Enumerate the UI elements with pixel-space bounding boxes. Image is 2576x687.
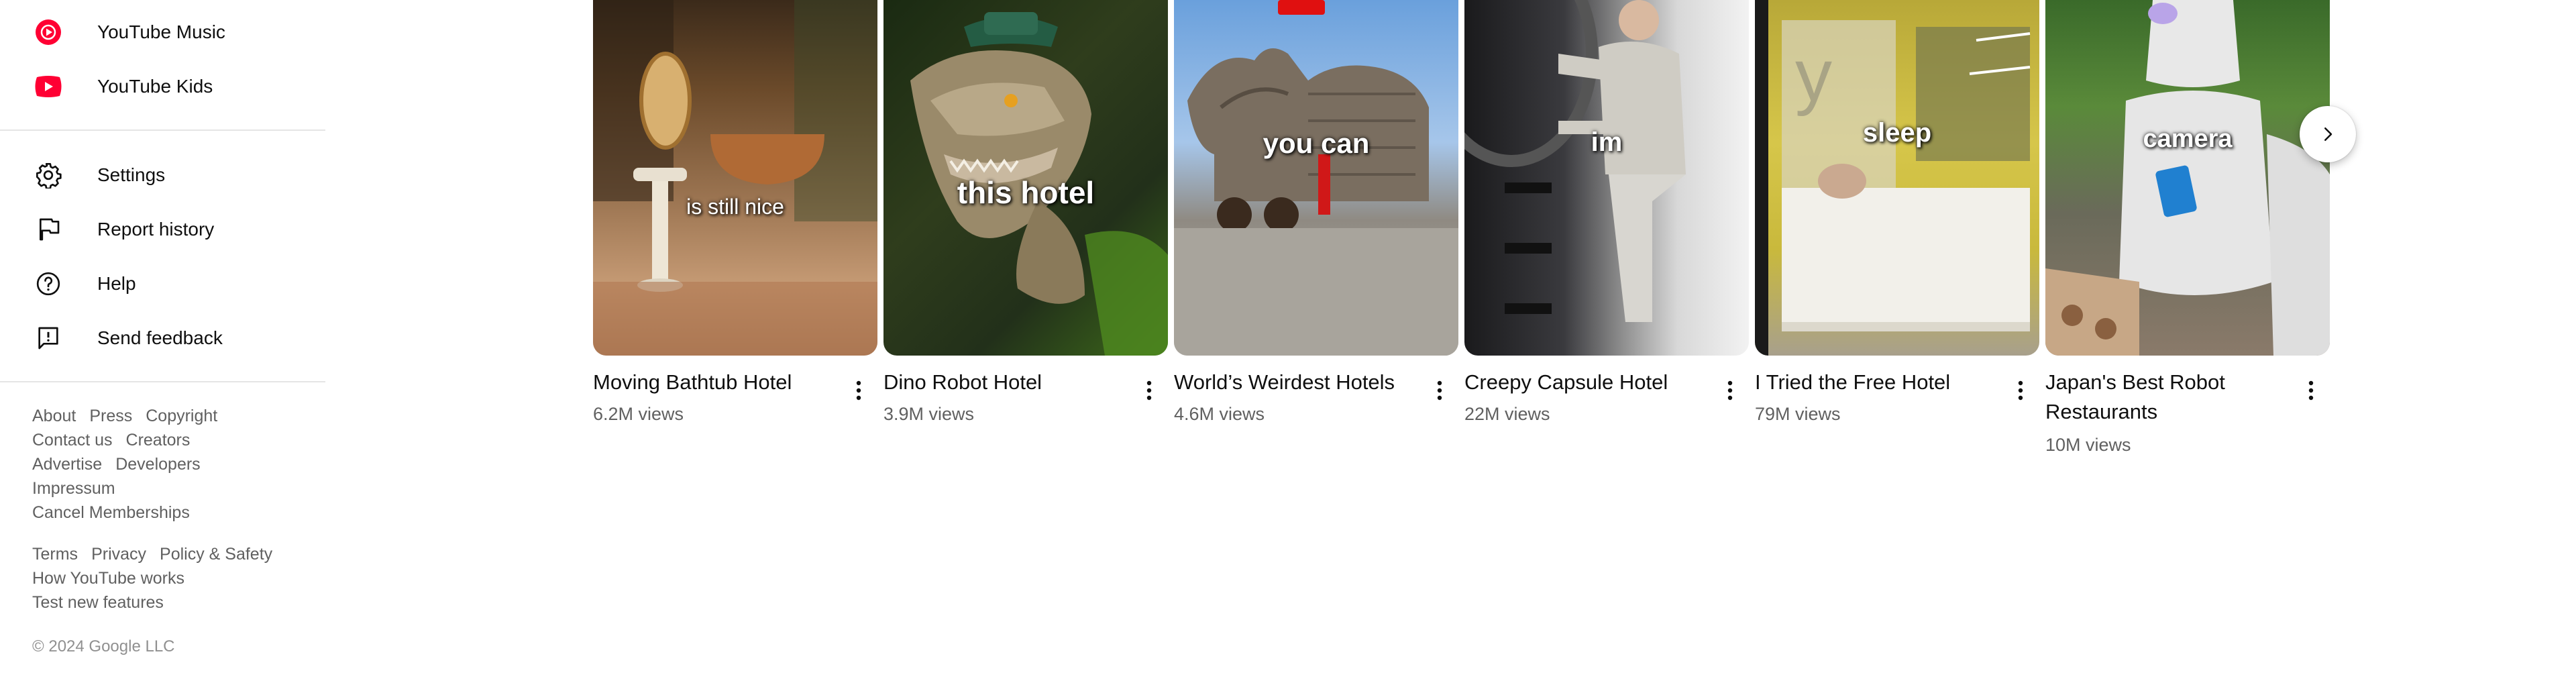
more-options-button[interactable] — [847, 376, 871, 405]
video-thumbnail[interactable]: this hotel — [883, 0, 1168, 356]
video-views: 3.9M views — [883, 404, 975, 424]
thumbnail-caption: camera — [2143, 125, 2233, 153]
footer-link-cancel-memberships[interactable]: Cancel Memberships — [32, 500, 190, 525]
youtube-kids-icon — [32, 70, 64, 103]
thumbnail-caption: this hotel — [957, 175, 1095, 210]
thumbnail-caption: is still nice — [686, 195, 784, 219]
video-thumbnail[interactable]: y sleep — [1755, 0, 2039, 356]
sidebar-item-report-history[interactable]: Report history — [0, 203, 325, 256]
sidebar-item-label: Report history — [97, 219, 215, 240]
video-thumbnail[interactable]: camera — [2045, 0, 2330, 356]
sidebar-item-label: YouTube Kids — [97, 76, 213, 97]
footer-link-privacy[interactable]: Privacy — [91, 542, 146, 566]
thumbnail-caption: you can — [1263, 127, 1370, 159]
footer-link-how-youtube-works[interactable]: How YouTube works — [32, 566, 184, 590]
video-title[interactable]: Japan's Best Robot Restaurants — [2045, 368, 2287, 427]
copyright-text: © 2024 Google LLC — [32, 637, 175, 655]
more-options-button[interactable] — [1428, 376, 1452, 405]
sidebar-item-help[interactable]: Help — [0, 257, 325, 311]
svg-text:y: y — [1795, 34, 1832, 117]
sidebar-item-label: YouTube Music — [97, 21, 225, 42]
more-vert-icon — [1146, 380, 1152, 401]
help-icon — [32, 268, 64, 300]
footer-link-contact[interactable]: Contact us — [32, 428, 113, 452]
thumbnail-caption: sleep — [1862, 118, 1932, 148]
video-title[interactable]: Moving Bathtub Hotel — [593, 368, 835, 397]
footer-link-policy-safety[interactable]: Policy & Safety — [160, 542, 272, 566]
video-views: 79M views — [1755, 404, 1841, 424]
video-thumbnail[interactable]: im — [1464, 0, 1749, 356]
flag-icon — [32, 213, 64, 246]
footer-link-press[interactable]: Press — [89, 404, 132, 428]
video-views: 6.2M views — [593, 404, 684, 424]
video-views: 22M views — [1464, 404, 1550, 424]
footer-link-impressum[interactable]: Impressum — [32, 476, 115, 500]
sidebar-item-send-feedback[interactable]: Send feedback — [0, 311, 325, 365]
video-views: 10M views — [2045, 435, 2131, 455]
more-options-button[interactable] — [1718, 376, 1742, 405]
footer-links-secondary: Terms Privacy Policy & Safety How YouTub… — [32, 542, 314, 615]
sidebar-item-label: Settings — [97, 164, 166, 185]
footer-link-about[interactable]: About — [32, 404, 76, 428]
more-options-button[interactable] — [2299, 376, 2323, 405]
youtube-music-icon — [32, 16, 64, 48]
sidebar-item-label: Send feedback — [97, 327, 223, 348]
footer-link-copyright[interactable]: Copyright — [146, 404, 217, 428]
footer-links-primary: About Press Copyright Contact us Creator… — [32, 404, 314, 525]
more-vert-icon — [2308, 380, 2314, 401]
chevron-right-icon — [2324, 127, 2332, 141]
more-options-button[interactable] — [2008, 376, 2033, 405]
sidebar-item-label: Help — [97, 273, 136, 294]
sidebar-divider — [0, 381, 325, 382]
sidebar-item-youtube-music[interactable]: YouTube Music — [0, 5, 325, 59]
gear-icon — [32, 159, 64, 191]
sidebar-divider — [0, 129, 325, 131]
more-vert-icon — [856, 380, 861, 401]
footer-link-advertise[interactable]: Advertise — [32, 452, 102, 476]
footer-link-terms[interactable]: Terms — [32, 542, 78, 566]
sidebar-item-youtube-kids[interactable]: YouTube Kids — [0, 60, 325, 113]
more-vert-icon — [1727, 380, 1733, 401]
more-vert-icon — [2018, 380, 2023, 401]
sidebar: YouTube Music YouTube Kids Settings Repo… — [0, 0, 325, 687]
video-thumbnail[interactable]: is still nice — [593, 0, 877, 356]
footer-link-test-new-features[interactable]: Test new features — [32, 590, 164, 615]
video-thumbnail[interactable]: you can — [1174, 0, 1458, 356]
feedback-icon — [32, 322, 64, 354]
footer-link-creators[interactable]: Creators — [126, 428, 191, 452]
more-options-button[interactable] — [1137, 376, 1161, 405]
sidebar-item-settings[interactable]: Settings — [0, 148, 325, 202]
footer-link-developers[interactable]: Developers — [115, 452, 200, 476]
shelf-next-button[interactable] — [2300, 106, 2356, 162]
video-title[interactable]: Creepy Capsule Hotel — [1464, 368, 1706, 397]
video-views: 4.6M views — [1174, 404, 1265, 424]
shorts-shelf: is still nice Moving Bathtub Hotel 6.2M … — [593, 0, 2330, 470]
thumbnail-caption: im — [1591, 127, 1623, 157]
video-title[interactable]: Dino Robot Hotel — [883, 368, 1125, 397]
video-title[interactable]: I Tried the Free Hotel — [1755, 368, 1996, 397]
video-title[interactable]: World’s Weirdest Hotels — [1174, 368, 1415, 397]
more-vert-icon — [1437, 380, 1442, 401]
